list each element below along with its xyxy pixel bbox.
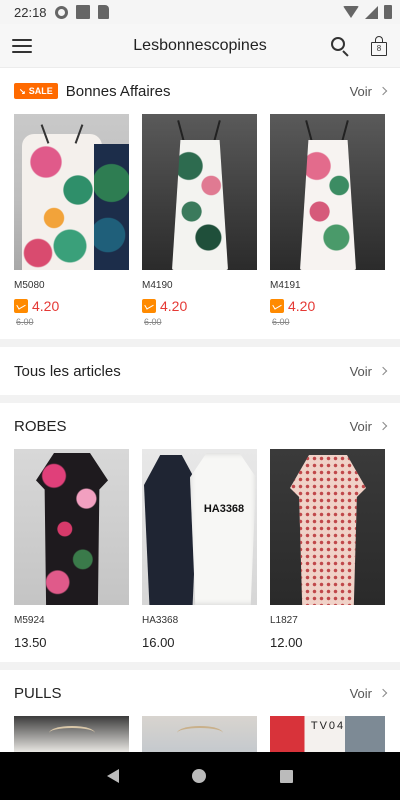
price: 16.00 xyxy=(142,635,175,650)
product-card[interactable]: HA3368 HA3368 16.00 xyxy=(142,449,257,650)
product-tag-label: HA3368 xyxy=(203,503,245,515)
sale-price: 4.20 xyxy=(160,298,188,314)
bag-count: 8 xyxy=(371,41,387,56)
product-card[interactable]: M4191 4.20 6.00 xyxy=(270,114,385,327)
price: 12.00 xyxy=(270,635,303,650)
sale-price: 4.20 xyxy=(32,298,60,314)
product-ref: M5924 xyxy=(14,615,45,626)
product-card[interactable]: M5080 4.20 6.00 xyxy=(14,114,129,327)
promo-icon xyxy=(14,299,28,313)
chevron-right-icon xyxy=(378,366,388,376)
wifi-icon xyxy=(343,6,359,18)
system-nav-bar xyxy=(0,752,400,800)
status-time: 22:18 xyxy=(14,4,47,20)
robes-product-row: M5924 13.50 HA3368 HA3368 16.00 L1827 12… xyxy=(0,449,400,662)
menu-icon[interactable] xyxy=(12,38,32,53)
battery-icon xyxy=(384,5,392,19)
chevron-right-icon xyxy=(378,86,388,96)
robes-title: ROBES xyxy=(14,417,67,435)
app-notification-icon xyxy=(75,5,90,19)
app-header: Lesbonnescopines 8 xyxy=(0,24,400,68)
sale-badge-label: SALE xyxy=(28,86,53,96)
home-icon[interactable] xyxy=(192,769,207,783)
all-articles-voir-label: Voir xyxy=(349,363,372,379)
all-articles-title: Tous les articles xyxy=(14,362,121,380)
deals-header: ↘ SALE Bonnes Affaires Voir xyxy=(0,68,400,114)
recent-apps-icon[interactable] xyxy=(280,769,294,783)
product-image xyxy=(142,114,257,270)
all-articles-voir-link[interactable]: Voir xyxy=(349,363,388,379)
product-card[interactable]: M5924 13.50 xyxy=(14,449,129,650)
pulls-title: PULLS xyxy=(14,684,62,702)
pulls-header: PULLS Voir xyxy=(0,670,400,716)
robes-section: ROBES Voir M5924 13.50 HA3368 HA3368 16.… xyxy=(0,403,400,662)
deals-voir-link[interactable]: Voir xyxy=(349,83,388,99)
product-ref: HA3368 xyxy=(142,615,179,626)
product-image: HA3368 xyxy=(142,449,257,605)
shopping-bag-icon[interactable]: 8 xyxy=(370,35,388,56)
product-card[interactable]: M4190 4.20 6.00 xyxy=(142,114,257,327)
old-price: 6.00 xyxy=(16,317,34,327)
search-icon[interactable] xyxy=(330,36,350,57)
status-bar: 22:18 xyxy=(0,0,400,24)
chevron-right-icon xyxy=(378,421,388,431)
product-tag-label: TV04 xyxy=(310,720,346,732)
promo-icon xyxy=(270,299,284,313)
product-card[interactable]: L1827 12.00 xyxy=(270,449,385,650)
product-image xyxy=(270,449,385,605)
deals-voir-label: Voir xyxy=(349,83,372,99)
old-price: 6.00 xyxy=(144,317,162,327)
product-ref: M5080 xyxy=(14,280,45,291)
robes-voir-link[interactable]: Voir xyxy=(349,418,388,434)
all-articles-row[interactable]: Tous les articles Voir xyxy=(0,347,400,395)
product-ref: L1827 xyxy=(270,615,298,626)
robes-voir-label: Voir xyxy=(349,418,372,434)
chevron-right-icon xyxy=(378,688,388,698)
settings-notification-icon xyxy=(54,5,68,19)
pulls-section: PULLS Voir TV04 xyxy=(0,670,400,760)
deals-product-row: M5080 4.20 6.00 M4190 4.20 6.00 M4191 4.… xyxy=(0,114,400,339)
product-image xyxy=(14,449,129,605)
cell-signal-icon xyxy=(365,5,378,19)
product-image xyxy=(270,114,385,270)
sd-card-icon xyxy=(97,5,109,19)
product-image xyxy=(14,114,129,270)
robes-header: ROBES Voir xyxy=(0,403,400,449)
sale-badge: ↘ SALE xyxy=(14,83,58,99)
old-price: 6.00 xyxy=(272,317,290,327)
sale-price: 4.20 xyxy=(288,298,316,314)
pulls-voir-link[interactable]: Voir xyxy=(349,685,388,701)
back-icon[interactable] xyxy=(106,769,119,783)
content[interactable]: ↘ SALE Bonnes Affaires Voir M5080 4.20 6.… xyxy=(0,68,400,760)
product-ref: M4190 xyxy=(142,280,173,291)
pulls-voir-label: Voir xyxy=(349,685,372,701)
promo-icon xyxy=(142,299,156,313)
price: 13.50 xyxy=(14,635,47,650)
deals-section: ↘ SALE Bonnes Affaires Voir M5080 4.20 6.… xyxy=(0,68,400,339)
deals-title: Bonnes Affaires xyxy=(65,82,171,100)
product-ref: M4191 xyxy=(270,280,301,291)
